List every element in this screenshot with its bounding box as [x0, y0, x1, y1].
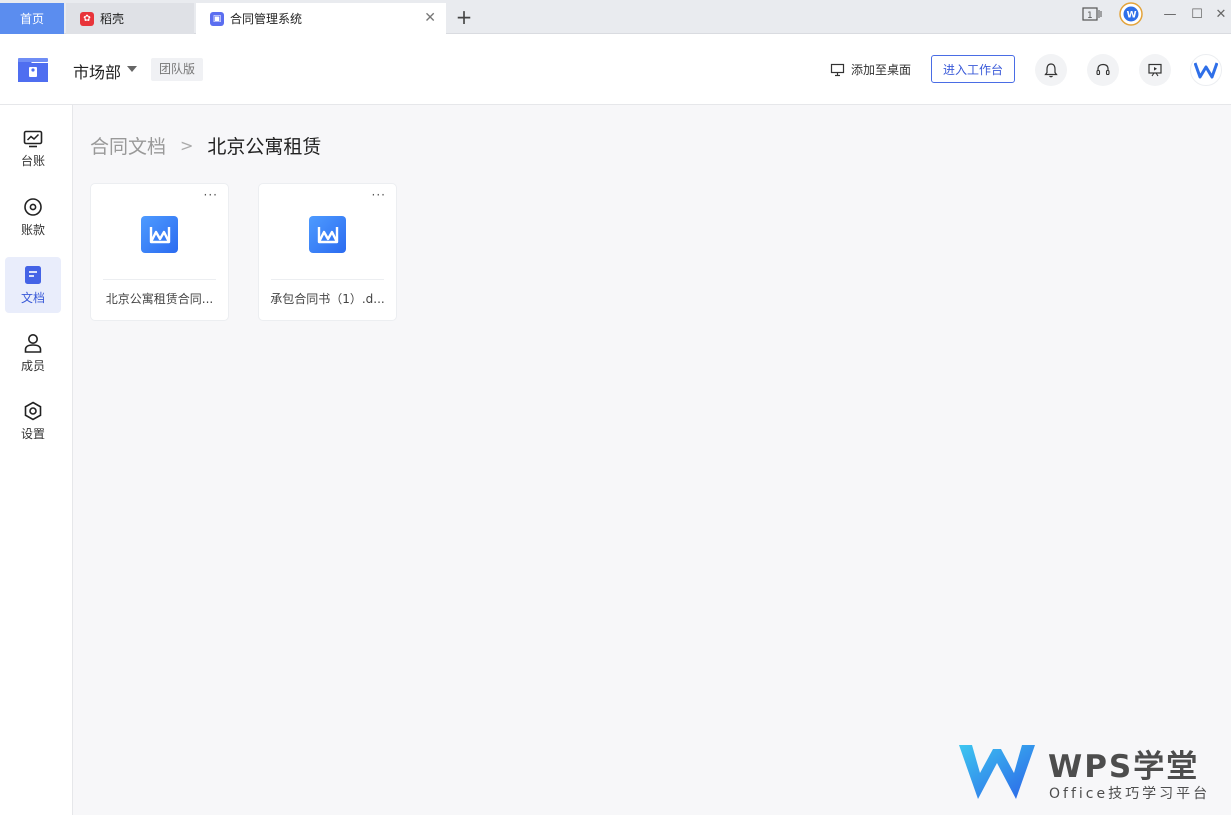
wps-academy-logo-icon: [959, 745, 1035, 799]
wps-academy-watermark: WPS学堂 Office技巧学习平台: [956, 741, 1216, 803]
sidebar-item-label: 台账: [20, 153, 45, 168]
document-icon: [25, 265, 41, 284]
sidebar-item-documents[interactable]: 文档: [5, 257, 61, 313]
file-card[interactable]: ··· 承包合同书（1）.d...: [258, 183, 397, 321]
sidebar-item-members[interactable]: 成员: [5, 325, 61, 381]
add-to-desktop-button[interactable]: 添加至桌面: [830, 61, 911, 78]
bell-icon: [1044, 63, 1058, 78]
tab-home[interactable]: 首页: [0, 3, 64, 34]
svg-text:W: W: [1127, 11, 1137, 21]
wps-writer-icon: [141, 216, 178, 253]
sidebar-item-settings[interactable]: 设置: [5, 393, 61, 449]
sidebar-item-label: 成员: [20, 358, 45, 373]
card-divider: [271, 279, 384, 280]
sidebar-item-label: 账款: [20, 222, 45, 237]
svg-text:1: 1: [1087, 11, 1093, 21]
wps-writer-icon: [309, 216, 346, 253]
person-icon: [24, 333, 42, 353]
close-window-icon[interactable]: ✕: [1212, 3, 1230, 25]
wps-logo-button[interactable]: [1190, 54, 1222, 86]
desktop-icon: [830, 63, 845, 76]
more-options-icon[interactable]: ···: [204, 188, 218, 202]
headset-icon: [1096, 63, 1110, 76]
tab-contract-label: 合同管理系统: [230, 12, 303, 26]
tab-bar: 首页 ✿ 稻壳 ▣ 合同管理系统 ✕ + 1 W — ☐ ✕: [0, 0, 1231, 34]
more-options-icon[interactable]: ···: [372, 188, 386, 202]
file-name: 承包合同书（1）.d...: [270, 292, 385, 306]
add-to-desktop-label: 添加至桌面: [851, 63, 912, 77]
daoke-icon: ✿: [80, 11, 94, 26]
wps-logo-icon: [1194, 62, 1218, 79]
wps-account-icon[interactable]: W: [1118, 2, 1144, 26]
sidebar: 台账 账款 文档 成员 设置: [0, 105, 73, 815]
chart-monitor-icon: [23, 130, 43, 147]
team-edition-badge: 团队版: [151, 58, 204, 81]
minimize-icon[interactable]: —: [1160, 3, 1180, 25]
window-count-icon[interactable]: 1: [1080, 3, 1104, 25]
gear-icon: [24, 401, 42, 420]
watermark-subtitle: Office技巧学习平台: [1049, 786, 1211, 802]
department-selector[interactable]: 市场部: [73, 59, 121, 83]
support-button[interactable]: [1087, 54, 1119, 86]
target-icon: [24, 197, 42, 216]
presentation-icon: [1148, 63, 1162, 77]
add-tab-icon[interactable]: +: [454, 6, 474, 28]
notification-button[interactable]: [1035, 54, 1067, 86]
sidebar-item-label: 设置: [20, 426, 45, 441]
sidebar-item-ledger[interactable]: 台账: [5, 121, 61, 177]
sidebar-item-label: 文档: [20, 290, 45, 305]
caret-down-icon[interactable]: [127, 66, 137, 72]
close-icon[interactable]: ✕: [424, 11, 436, 25]
file-name: 北京公寓租赁合同...: [105, 292, 214, 306]
contract-app-icon: ▣: [210, 11, 224, 26]
breadcrumb: 合同文档 > 北京公寓租赁: [90, 132, 321, 159]
presentation-button[interactable]: [1139, 54, 1171, 86]
tab-daoke[interactable]: ✿ 稻壳: [66, 3, 194, 34]
maximize-icon[interactable]: ☐: [1187, 3, 1207, 25]
enter-workbench-button[interactable]: 进入工作台: [931, 55, 1015, 83]
card-divider: [103, 279, 216, 280]
breadcrumb-separator: >: [180, 136, 194, 155]
sidebar-item-payments[interactable]: 账款: [5, 189, 61, 245]
watermark-title: WPS学堂: [1048, 749, 1200, 785]
app-logo-icon: [18, 58, 48, 82]
file-card[interactable]: ··· 北京公寓租赁合同...: [90, 183, 229, 321]
breadcrumb-current: 北京公寓租赁: [207, 136, 322, 158]
tab-daoke-label: 稻壳: [100, 12, 125, 26]
tab-contract-system[interactable]: ▣ 合同管理系统 ✕: [196, 3, 446, 34]
app-header: 市场部 团队版 添加至桌面 进入工作台: [0, 34, 1231, 105]
breadcrumb-parent[interactable]: 合同文档: [90, 132, 166, 159]
